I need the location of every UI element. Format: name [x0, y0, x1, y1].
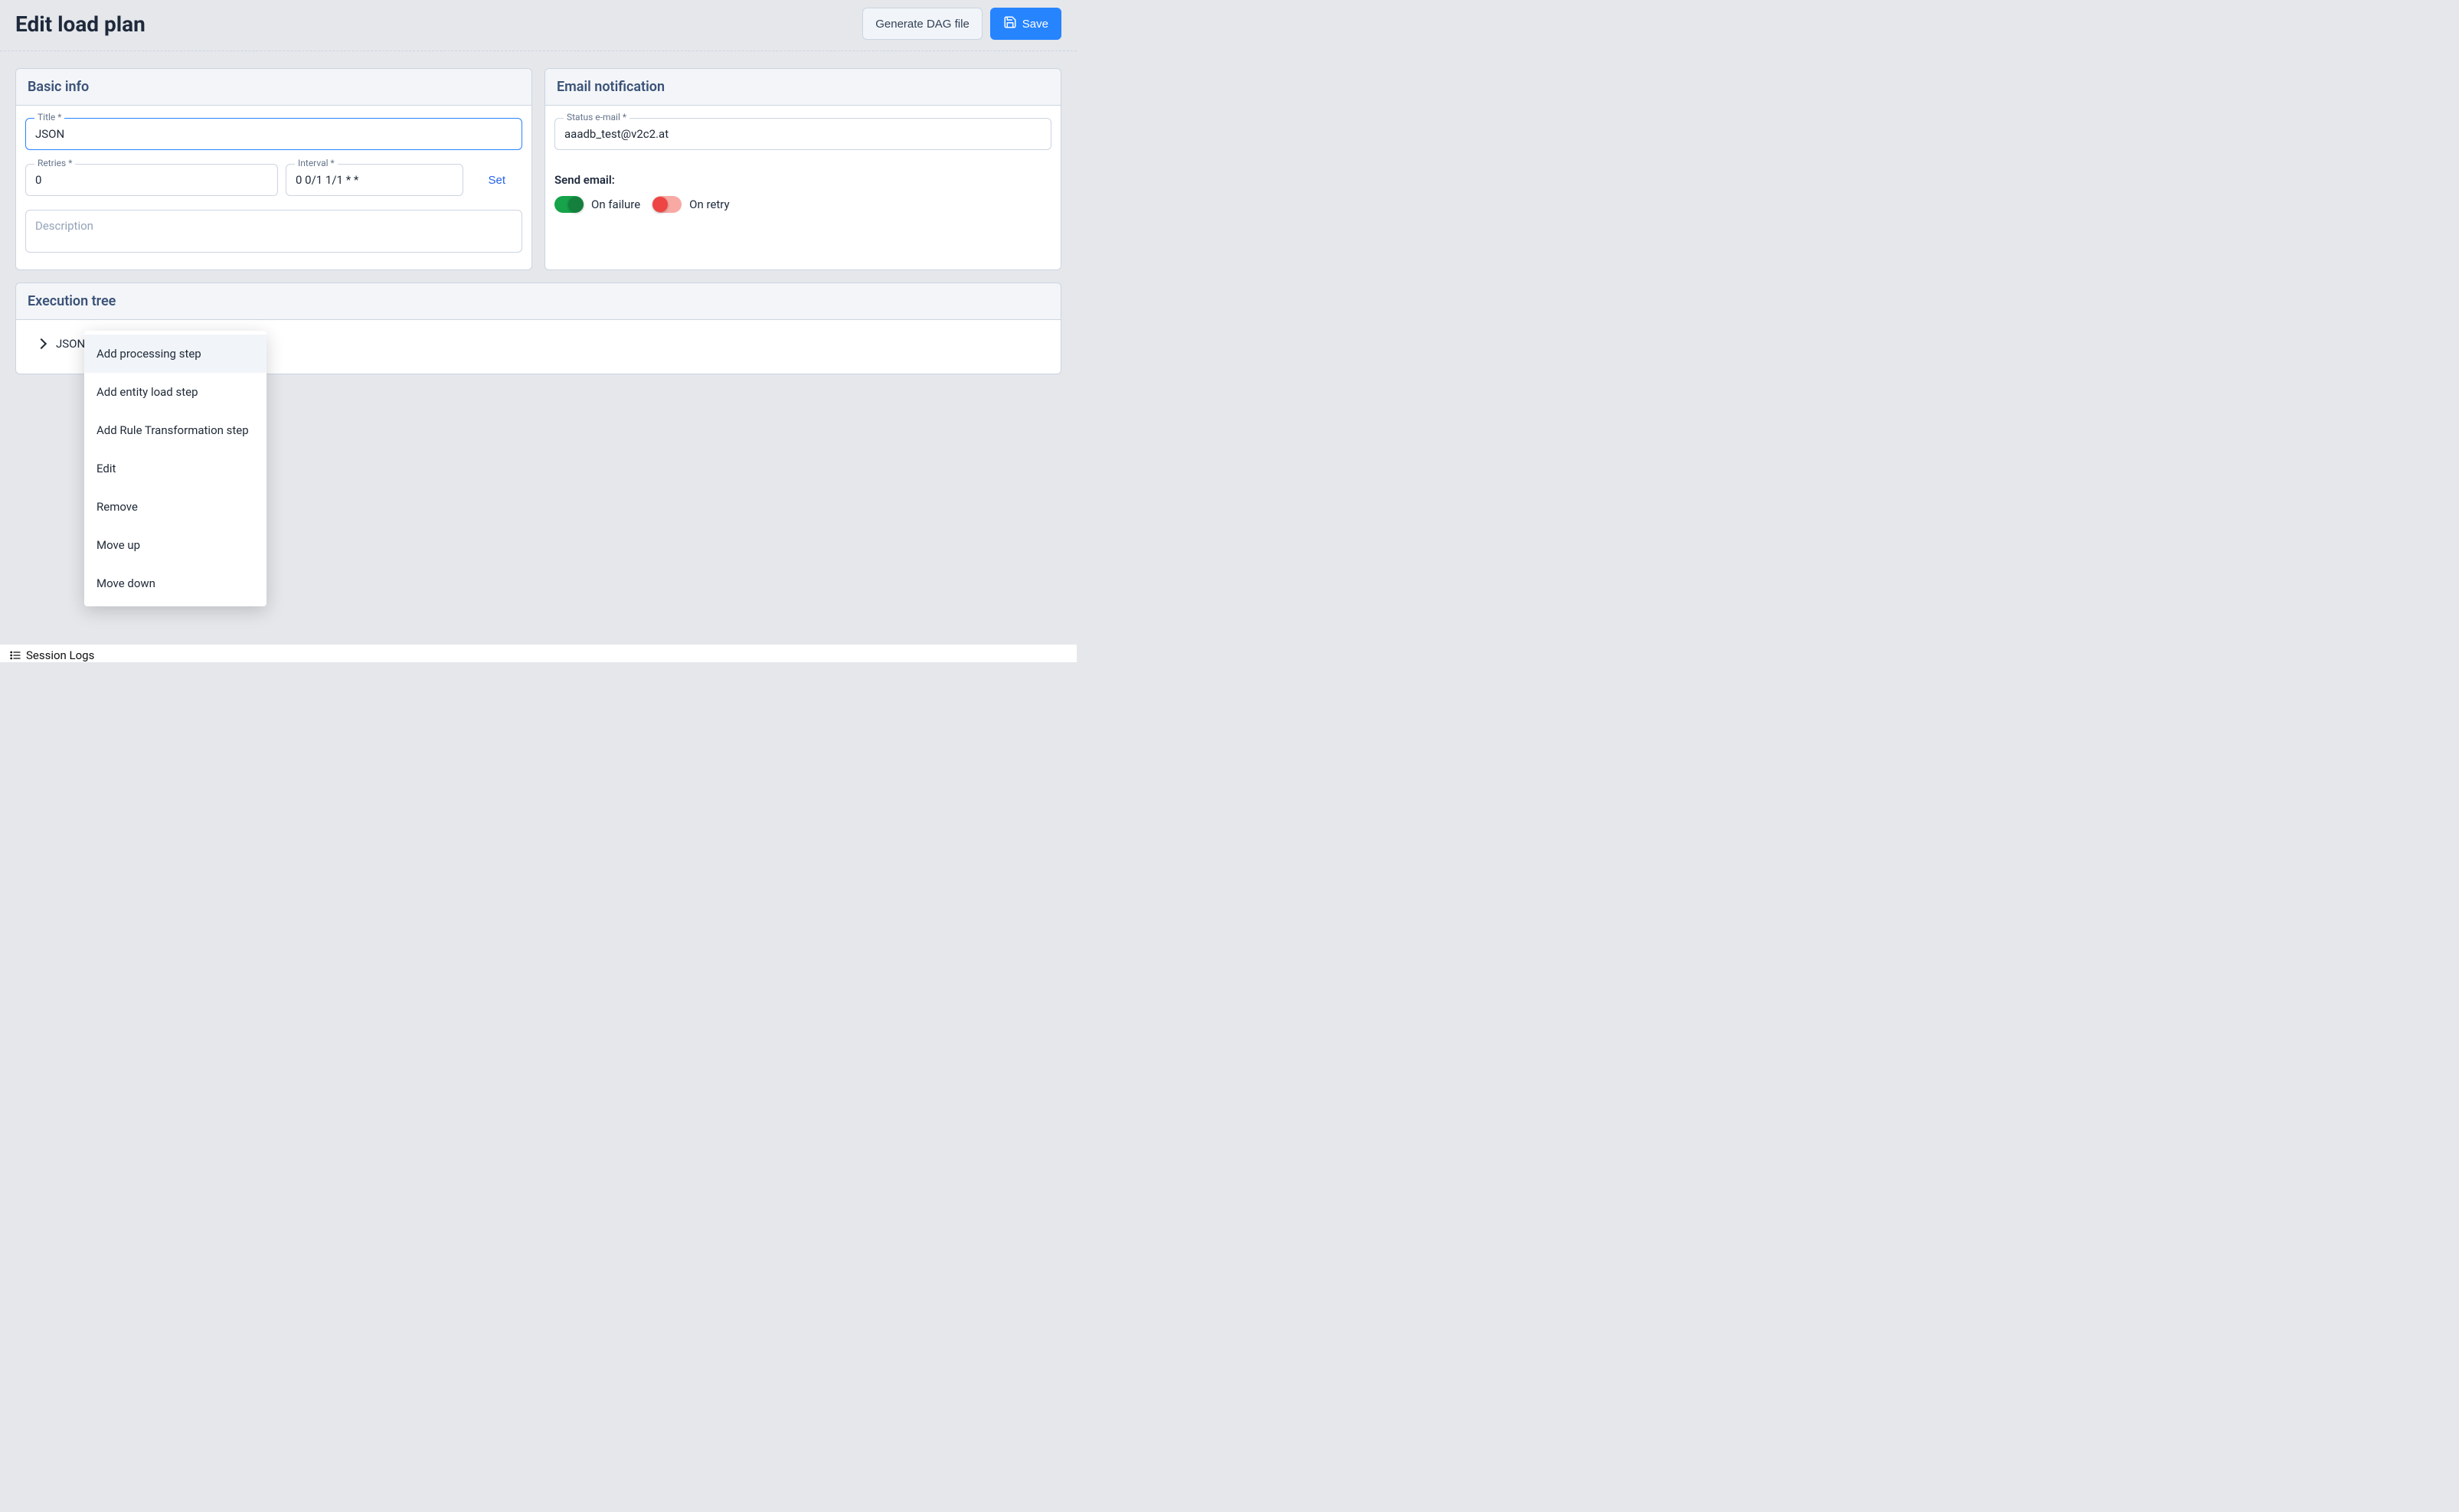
menu-add-processing-step[interactable]: Add processing step — [84, 335, 267, 373]
menu-add-entity-load-step[interactable]: Add entity load step — [84, 373, 267, 411]
save-icon — [1003, 15, 1017, 32]
on-retry-group: On retry — [652, 196, 729, 213]
execution-tree-header: Execution tree — [16, 283, 1061, 320]
basic-info-header: Basic info — [16, 69, 531, 106]
page-title: Edit load plan — [15, 11, 146, 37]
menu-add-rule-transformation-step[interactable]: Add Rule Transformation step — [84, 411, 267, 449]
top-row: Basic info Title * Retries * Interval * — [15, 68, 1061, 270]
interval-field-wrap: Interval * — [286, 164, 463, 196]
interval-input[interactable] — [286, 164, 463, 196]
email-header: Email notification — [545, 69, 1061, 106]
email-notification-panel: Email notification Status e-mail * Send … — [544, 68, 1061, 270]
send-email-label: Send email: — [554, 173, 1051, 187]
save-button[interactable]: Save — [990, 8, 1061, 40]
menu-move-up[interactable]: Move up — [84, 526, 267, 564]
basic-info-body: Title * Retries * Interval * Set — [16, 106, 531, 269]
title-input[interactable] — [25, 118, 522, 150]
main-content: Basic info Title * Retries * Interval * — [0, 51, 1077, 374]
email-toggles: On failure On retry — [554, 196, 1051, 213]
menu-move-down[interactable]: Move down — [84, 564, 267, 603]
retries-interval-row: Retries * Interval * Set — [25, 164, 522, 196]
set-interval-button[interactable]: Set — [471, 164, 522, 196]
tree-root-label: JSON — [56, 337, 85, 351]
description-input[interactable] — [25, 210, 522, 253]
on-failure-toggle[interactable] — [554, 196, 584, 213]
session-logs-icon — [9, 649, 21, 661]
session-logs-label[interactable]: Session Logs — [26, 648, 94, 662]
interval-field-label: Interval * — [295, 158, 338, 168]
status-email-label: Status e-mail * — [564, 112, 629, 122]
title-field-label: Title * — [34, 112, 64, 122]
generate-dag-button[interactable]: Generate DAG file — [862, 8, 983, 40]
header-actions: Generate DAG file Save — [862, 8, 1061, 40]
retries-input[interactable] — [25, 164, 278, 196]
status-email-wrap: Status e-mail * — [554, 118, 1051, 150]
execution-tree-title: Execution tree — [28, 293, 1049, 309]
menu-edit[interactable]: Edit — [84, 449, 267, 488]
footer: Session Logs — [0, 644, 1077, 662]
on-retry-label: On retry — [689, 198, 729, 211]
title-field-wrap: Title * — [25, 118, 522, 150]
menu-remove[interactable]: Remove — [84, 488, 267, 526]
description-field-wrap — [25, 210, 522, 256]
on-failure-group: On failure — [554, 196, 640, 213]
page-header: Edit load plan Generate DAG file Save — [0, 0, 1077, 51]
email-body: Status e-mail * Send email: On failure O… — [545, 106, 1061, 269]
save-label: Save — [1022, 18, 1048, 31]
basic-info-title: Basic info — [28, 79, 520, 95]
tree-context-menu: Add processing step Add entity load step… — [84, 331, 267, 606]
chevron-right-icon — [36, 338, 47, 349]
status-email-input[interactable] — [554, 118, 1051, 150]
email-title: Email notification — [557, 79, 1049, 95]
retries-field-wrap: Retries * — [25, 164, 278, 196]
basic-info-panel: Basic info Title * Retries * Interval * — [15, 68, 532, 270]
on-retry-toggle[interactable] — [652, 196, 682, 213]
on-failure-label: On failure — [591, 198, 640, 211]
generate-dag-label: Generate DAG file — [875, 18, 970, 31]
retries-field-label: Retries * — [34, 158, 75, 168]
